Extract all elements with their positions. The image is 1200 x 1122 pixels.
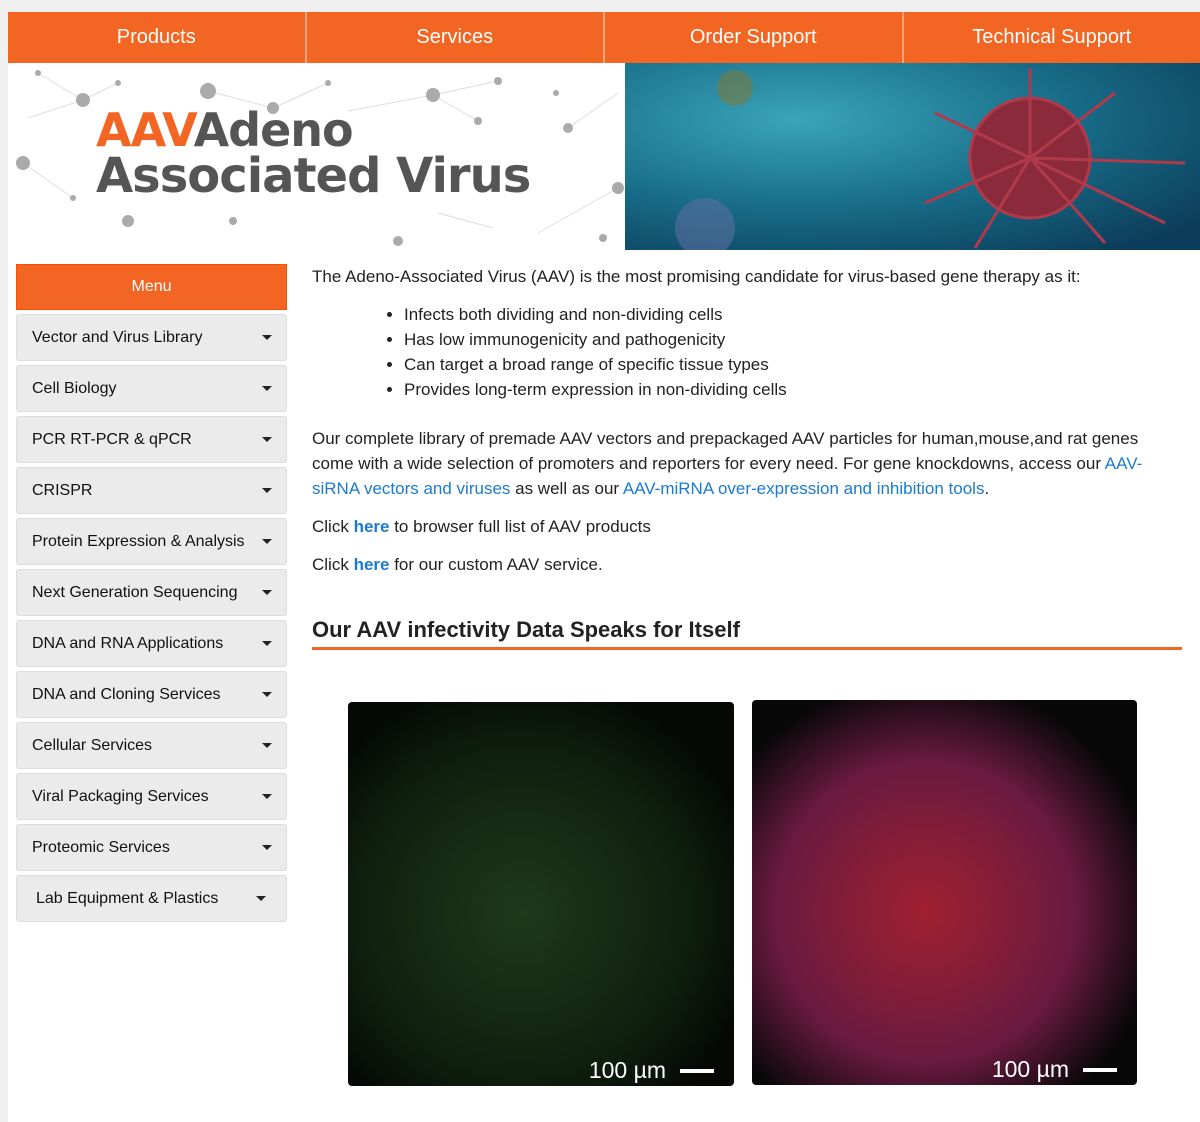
menu-item-label: Protein Expression & Analysis xyxy=(32,532,245,550)
microscopy-image-gfp: 100 µm xyxy=(348,702,734,1086)
menu-item-crispr[interactable]: CRISPR xyxy=(16,467,287,514)
list-item: Provides long-term expression in non-div… xyxy=(404,377,1182,402)
aav-mirna-link[interactable]: AAV-miRNA over-expression and inhibition… xyxy=(623,479,985,498)
scale-label: 100 µm xyxy=(588,1057,666,1083)
menu-item-cell-biology[interactable]: Cell Biology xyxy=(16,365,287,412)
list-item: Has low immunogenicity and pathogenicity xyxy=(404,327,1182,352)
menu-item-label: CRISPR xyxy=(32,481,93,499)
caret-down-icon xyxy=(262,386,272,391)
caret-down-icon xyxy=(262,488,272,493)
products-here-link[interactable]: here xyxy=(354,517,390,536)
paragraph-text: as well as our xyxy=(510,479,623,498)
caret-down-icon xyxy=(262,692,272,697)
click-text: to browser full list of AAV products xyxy=(389,517,651,536)
banner: AAVAdeno Associated Virus xyxy=(8,63,1200,250)
menu-item-dna-cloning[interactable]: DNA and Cloning Services xyxy=(16,671,287,718)
menu-item-vector-virus-library[interactable]: Vector and Virus Library xyxy=(16,314,287,361)
top-nav: Products Services Order Support Technica… xyxy=(8,12,1200,63)
menu-item-label: Vector and Virus Library xyxy=(32,328,203,346)
caret-down-icon xyxy=(262,437,272,442)
sidebar-menu: Menu Vector and Virus Library Cell Biolo… xyxy=(16,264,287,926)
menu-header[interactable]: Menu xyxy=(16,264,287,310)
menu-item-label: PCR RT-PCR & qPCR xyxy=(32,430,192,448)
caret-down-icon xyxy=(262,794,272,799)
section-heading: Our AAV infectivity Data Speaks for Itse… xyxy=(312,617,1182,650)
paragraph-text: Our complete library of premade AAV vect… xyxy=(312,429,1139,473)
caret-down-icon xyxy=(262,590,272,595)
benefits-list: Infects both dividing and non-dividing c… xyxy=(404,302,1182,402)
menu-item-viral-packaging[interactable]: Viral Packaging Services xyxy=(16,773,287,820)
caret-down-icon xyxy=(262,743,272,748)
click-line-service: Click here for our custom AAV service. xyxy=(312,552,1182,577)
nav-services[interactable]: Services xyxy=(306,12,605,63)
scale-label: 100 µm xyxy=(991,1056,1069,1082)
nav-technical-support[interactable]: Technical Support xyxy=(903,12,1200,63)
menu-item-protein-expression[interactable]: Protein Expression & Analysis xyxy=(16,518,287,565)
service-here-link[interactable]: here xyxy=(354,555,390,574)
main-content: The Adeno-Associated Virus (AAV) is the … xyxy=(312,264,1182,650)
nav-order-support[interactable]: Order Support xyxy=(605,12,904,63)
click-text: Click xyxy=(312,517,354,536)
menu-item-cellular-services[interactable]: Cellular Services xyxy=(16,722,287,769)
caret-down-icon xyxy=(262,335,272,340)
list-item: Can target a broad range of specific tis… xyxy=(404,352,1182,377)
nav-products[interactable]: Products xyxy=(8,12,307,63)
caret-down-icon xyxy=(262,845,272,850)
paragraph-text: . xyxy=(984,479,990,498)
menu-item-lab-equipment[interactable]: Lab Equipment & Plastics xyxy=(16,875,287,922)
menu-item-proteomic[interactable]: Proteomic Services xyxy=(16,824,287,871)
menu-item-ngs[interactable]: Next Generation Sequencing xyxy=(16,569,287,616)
menu-item-label: Next Generation Sequencing xyxy=(32,583,238,601)
scale-bar: 100 µm xyxy=(992,1056,1117,1083)
menu-item-label: DNA and Cloning Services xyxy=(32,685,221,703)
scale-bar: 100 µm xyxy=(589,1057,714,1084)
click-text: for our custom AAV service. xyxy=(389,555,603,574)
caret-down-icon xyxy=(262,641,272,646)
intro-text: The Adeno-Associated Virus (AAV) is the … xyxy=(312,267,1081,286)
menu-item-label: Cell Biology xyxy=(32,379,117,397)
click-line-products: Click here to browser full list of AAV p… xyxy=(312,514,1182,539)
caret-down-icon xyxy=(262,539,272,544)
menu-item-label: Cellular Services xyxy=(32,736,153,754)
library-paragraph: Our complete library of premade AAV vect… xyxy=(312,426,1182,501)
banner-logo: AAVAdeno Associated Virus xyxy=(96,107,531,204)
menu-item-dna-rna[interactable]: DNA and RNA Applications xyxy=(16,620,287,667)
menu-item-label: Viral Packaging Services xyxy=(32,787,209,805)
menu-item-label: DNA and RNA Applications xyxy=(32,634,224,652)
logo-line2: Associated Virus xyxy=(96,148,531,204)
microscopy-image-merged: 100 µm xyxy=(752,700,1137,1085)
caret-down-icon xyxy=(256,896,266,901)
virus-image xyxy=(625,63,1200,250)
menu-item-pcr[interactable]: PCR RT-PCR & qPCR xyxy=(16,416,287,463)
click-text: Click xyxy=(312,555,354,574)
menu-item-label: Lab Equipment & Plastics xyxy=(36,889,219,907)
list-item: Infects both dividing and non-dividing c… xyxy=(404,302,1182,327)
menu-item-label: Proteomic Services xyxy=(32,838,170,856)
page: Products Services Order Support Technica… xyxy=(8,12,1200,1122)
